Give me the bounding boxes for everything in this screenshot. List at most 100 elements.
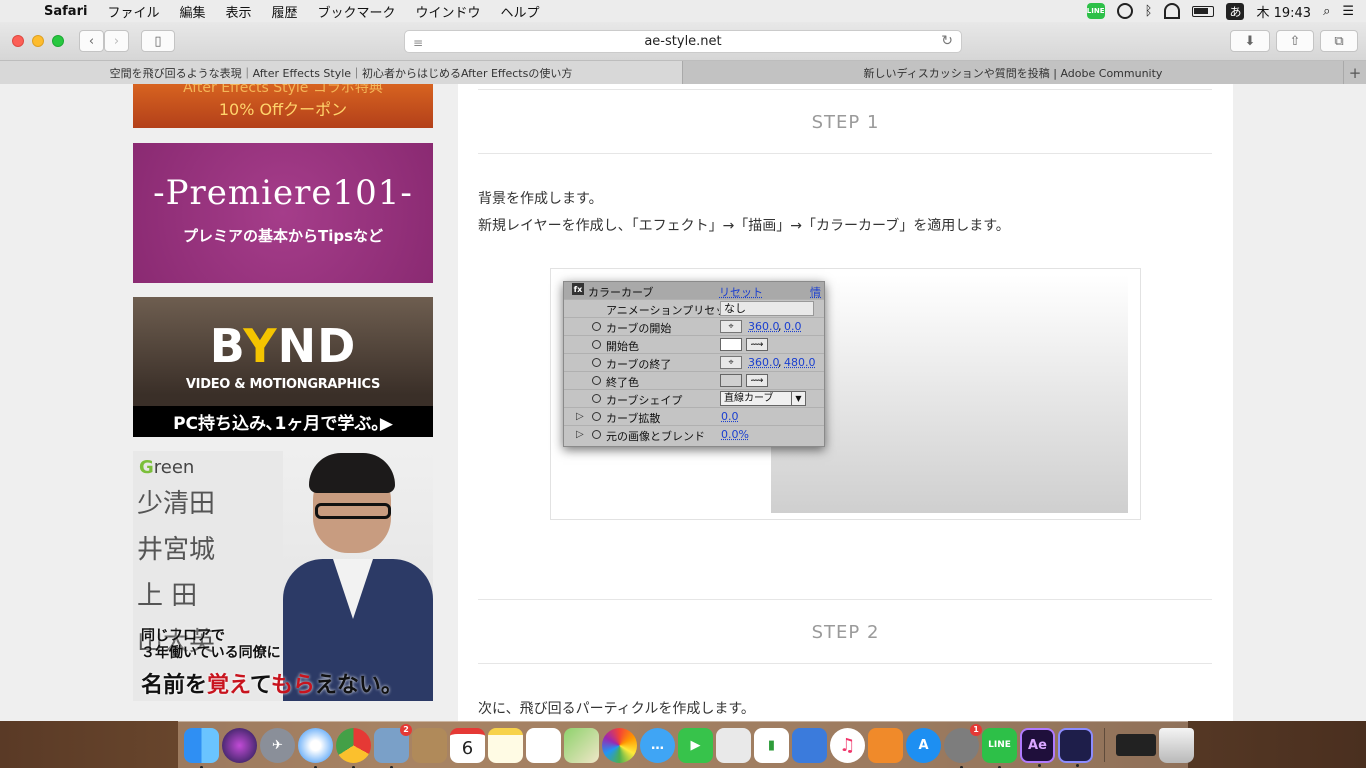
maps-icon[interactable] <box>564 727 599 763</box>
bynd-banner[interactable]: BYND VIDEO & MOTIONGRAPHICS PC持ち込み､1ヶ月で学… <box>133 297 433 437</box>
menu-app-name[interactable]: Safari <box>40 4 97 19</box>
books-icon[interactable] <box>868 727 903 763</box>
finder-icon[interactable] <box>184 727 219 768</box>
downloads-button[interactable]: ⬇ <box>1230 30 1270 52</box>
facetime-icon[interactable]: ▶ <box>678 727 713 763</box>
new-tab-button[interactable]: + <box>1343 61 1366 84</box>
keynote-icon[interactable] <box>716 727 751 763</box>
siri-icon[interactable] <box>222 727 257 763</box>
appstore-icon[interactable]: A <box>906 727 941 763</box>
reminders-icon[interactable] <box>526 727 561 763</box>
menu-file[interactable]: ファイル <box>97 2 169 21</box>
chrome-icon[interactable] <box>336 727 371 768</box>
photos-icon[interactable] <box>602 727 637 763</box>
divider <box>478 153 1212 154</box>
bluetooth-icon[interactable]: ᛒ <box>1145 4 1153 19</box>
numbers-icon[interactable]: ▮ <box>754 727 789 763</box>
point-picker-icon[interactable]: ⌖ <box>720 356 742 369</box>
address-bar[interactable]: ≡ ae-style.net ↻ <box>404 30 962 53</box>
end-color-swatch[interactable] <box>720 374 742 387</box>
info-link[interactable]: 情 <box>810 284 821 300</box>
end-x-value[interactable]: 360.0 <box>748 356 780 369</box>
point-picker-icon[interactable]: ⌖ <box>720 320 742 333</box>
minimize-window-button[interactable] <box>32 35 44 47</box>
browser-toolbar: ‹ › ▯ ≡ ae-style.net ↻ ⬇ ⇧ ⧉ <box>0 22 1366 61</box>
menu-view[interactable]: 表示 <box>215 2 261 21</box>
menu-edit[interactable]: 編集 <box>169 2 215 21</box>
tab-ae-style[interactable]: 空間を飛び回るような表現｜After Effects Style｜初心者からはじ… <box>0 61 683 84</box>
green-logo: Green <box>139 457 195 478</box>
ae-effect-controls-panel: ▾ fx カラーカーブ リセット 情 アニメーションプリセット : なし カーブ… <box>563 281 825 447</box>
spotlight-search-icon[interactable]: ⌕ <box>1323 4 1330 19</box>
web-page: After Effects Style コラボ特典 10% Offクーポン -P… <box>0 84 1366 721</box>
end-y-value[interactable]: 480.0 <box>784 356 816 369</box>
eyedropper-icon[interactable]: ⟿ <box>746 338 768 351</box>
dock-separator <box>1104 728 1105 762</box>
eyedropper-icon[interactable]: ⟿ <box>746 374 768 387</box>
menu-help[interactable]: ヘルプ <box>491 2 550 21</box>
line-icon[interactable]: LINE <box>982 727 1017 768</box>
wifi-icon[interactable] <box>1164 3 1181 19</box>
disclosure-triangle-icon[interactable]: ▷ <box>576 429 584 440</box>
screen-icon[interactable] <box>1116 734 1156 756</box>
reader-icon[interactable]: ≡ <box>413 36 423 50</box>
notification-center-icon[interactable]: ☰ <box>1342 4 1354 19</box>
green-banner[interactable]: 少清田 井宮城 上 田 山大英 Green 同じフロアで ３年働いている同僚に … <box>133 451 433 701</box>
start-x-value[interactable]: 360.0 <box>748 320 780 333</box>
preview-icon[interactable]: 2 <box>374 723 412 768</box>
dropdown-arrow-icon: ▼ <box>791 392 805 405</box>
coupon-banner[interactable]: After Effects Style コラボ特典 10% Offクーポン <box>133 84 433 128</box>
menu-bookmarks[interactable]: ブックマーク <box>308 2 406 21</box>
preset-select[interactable]: なし <box>720 301 814 316</box>
notes-icon[interactable] <box>488 727 523 763</box>
stopwatch-icon[interactable] <box>592 394 601 403</box>
safari-icon[interactable] <box>298 727 333 768</box>
stopwatch-icon[interactable] <box>592 358 601 367</box>
curve-shape-dropdown[interactable]: 直線カーブ ▼ <box>720 391 806 406</box>
tabs-overview-button[interactable]: ⧉ <box>1320 30 1358 52</box>
effect-header-row: ▾ fx カラーカーブ リセット 情 <box>564 282 824 300</box>
sidebar-toggle-icon[interactable]: ▯ <box>141 30 175 52</box>
stopwatch-icon[interactable] <box>592 340 601 349</box>
premiere101-banner[interactable]: -Premiere101- プレミアの基本からTipsなど <box>133 143 433 283</box>
tab-adobe-community[interactable]: 新しいディスカッションや質問を投稿 | Adobe Community <box>683 61 1343 84</box>
messages-icon[interactable]: … <box>640 727 675 763</box>
creative-cloud-icon[interactable] <box>1116 3 1133 19</box>
keynote-present-icon[interactable] <box>792 727 827 763</box>
share-button[interactable]: ⇧ <box>1276 30 1314 52</box>
contacts-icon[interactable] <box>412 727 447 763</box>
media-encoder-icon[interactable] <box>1058 727 1093 767</box>
reset-link[interactable]: リセット <box>719 284 763 300</box>
start-y-value[interactable]: 0.0 <box>784 320 802 333</box>
battery-icon[interactable] <box>1192 5 1215 17</box>
input-method-icon[interactable]: あ <box>1226 2 1245 20</box>
stopwatch-icon[interactable] <box>592 412 601 421</box>
launchpad-icon[interactable]: ✈ <box>260 727 295 763</box>
article-content: STEP 1 背景を作成します。 新規レイヤーを作成し、「エフェクト」→「描画」… <box>458 84 1233 721</box>
blend-value[interactable]: 0.0% <box>721 428 749 441</box>
zoom-window-button[interactable] <box>52 35 64 47</box>
start-color-swatch[interactable] <box>720 338 742 351</box>
stopwatch-icon[interactable] <box>592 430 601 439</box>
clock[interactable]: 木 19:43 <box>1256 2 1311 21</box>
after-effects-icon[interactable]: Ae <box>1020 727 1055 767</box>
forward-button[interactable]: › <box>104 30 129 52</box>
stopwatch-icon[interactable] <box>592 322 601 331</box>
system-preferences-icon[interactable]: 1 <box>944 723 982 768</box>
stopwatch-icon[interactable] <box>592 376 601 385</box>
disclosure-triangle-icon[interactable]: ▷ <box>576 411 584 422</box>
diffuse-value[interactable]: 0.0 <box>721 410 739 423</box>
reload-icon[interactable]: ↻ <box>941 33 953 49</box>
coupon-line2: 10% Offクーポン <box>218 100 348 119</box>
back-button[interactable]: ‹ <box>79 30 104 52</box>
menu-history[interactable]: 履歴 <box>261 2 307 21</box>
line-status-icon[interactable]: LINE <box>1086 3 1105 19</box>
shape-row: カーブシェイプ 直線カーブ ▼ <box>564 390 824 408</box>
calendar-icon[interactable]: 6 <box>450 727 485 763</box>
close-window-button[interactable] <box>12 35 24 47</box>
bynd-logo: BYND <box>209 319 357 373</box>
trash-icon[interactable] <box>1159 727 1194 763</box>
music-icon[interactable]: ♫ <box>830 727 865 763</box>
url-text: ae-style.net <box>644 34 722 49</box>
menu-window[interactable]: ウインドウ <box>406 2 491 21</box>
